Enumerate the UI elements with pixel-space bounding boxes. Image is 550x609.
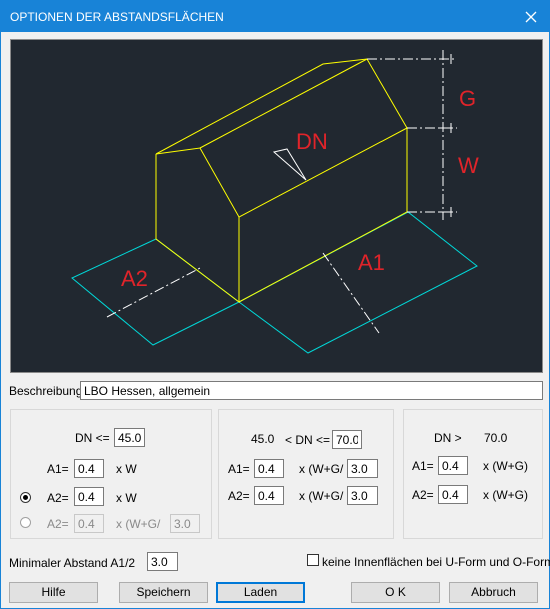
building-diagram: DN G W A1 A2: [71, 50, 479, 354]
beschreibung-input[interactable]: [80, 381, 543, 400]
group1-a2-input[interactable]: [74, 487, 104, 506]
label-a2: A2: [121, 266, 148, 291]
building-roof: [155, 58, 408, 155]
load-button[interactable]: Laden: [216, 582, 305, 603]
group2-dn-label: < DN <=: [285, 433, 331, 447]
min-abstand-input[interactable]: [147, 552, 178, 571]
group1-a2b-radio[interactable]: [20, 517, 31, 528]
group1-a2-unit: x W: [116, 491, 137, 505]
dialog-window: OPTIONEN DER ABSTANDSFLÄCHEN DN G W A1 A…: [0, 0, 550, 609]
close-icon: [525, 11, 537, 22]
group1-a2-label: A2=: [47, 491, 69, 505]
label-a1: A1: [358, 250, 385, 275]
label-dn: DN: [296, 129, 328, 154]
group1-dn-input[interactable]: [114, 428, 145, 447]
group2-a1-input2[interactable]: [347, 459, 378, 478]
group1-a1-input[interactable]: [74, 459, 104, 478]
group1-a2b-label: A2=: [47, 517, 69, 531]
group1-dn-label: DN <=: [75, 431, 110, 445]
group3-a2-input[interactable]: [438, 485, 468, 504]
group3-dn-label: DN >: [434, 431, 462, 445]
group2-a2-input2[interactable]: [347, 486, 378, 505]
group2-dn-low: 45.0: [251, 432, 275, 446]
group1-a2b-unit: x (W+G/: [116, 517, 161, 531]
inner-surfaces-label: keine Innenflächen bei U-Form und O-Form: [322, 555, 550, 569]
beschreibung-label: Beschreibung: [9, 384, 83, 398]
group1-a2b-input2[interactable]: [170, 514, 200, 533]
group2-a2-input[interactable]: [254, 486, 284, 505]
group2-a1-input[interactable]: [254, 459, 284, 478]
building-ridge: [199, 58, 368, 149]
title-bar[interactable]: OPTIONEN DER ABSTANDSFLÄCHEN: [1, 1, 549, 32]
group1-a1-label: A1=: [47, 462, 69, 476]
save-button[interactable]: Speichern: [119, 582, 208, 603]
group3-a2-label: A2=: [412, 488, 434, 502]
cancel-button[interactable]: Abbruch: [449, 582, 538, 603]
building-front-wall: [155, 127, 408, 304]
inner-surfaces-checkbox[interactable]: [307, 554, 319, 566]
group1-a2-radio[interactable]: [20, 492, 31, 503]
label-g: G: [459, 86, 476, 111]
group3-a2-unit: x (W+G): [483, 488, 528, 502]
group2-a1-label: A1=: [228, 462, 250, 476]
group3-dn-value: 70.0: [484, 431, 508, 445]
group1-a2b-input[interactable]: [74, 514, 104, 533]
group3-a1-input[interactable]: [438, 456, 468, 475]
ok-button[interactable]: O K: [351, 582, 440, 603]
label-w: W: [458, 153, 479, 178]
group2-dn-input[interactable]: [332, 430, 362, 449]
help-button[interactable]: Hilfe: [9, 582, 98, 603]
group-high-slope: [403, 409, 543, 539]
group3-a1-unit: x (W+G): [483, 459, 528, 473]
group1-a1-unit: x W: [116, 462, 137, 476]
group2-a1-unit: x (W+G/: [299, 462, 344, 476]
group2-a2-label: A2=: [228, 489, 250, 503]
group2-a2-unit: x (W+G/: [299, 489, 344, 503]
preview-canvas: DN G W A1 A2: [10, 39, 543, 373]
window-title: OPTIONEN DER ABSTANDSFLÄCHEN: [10, 10, 224, 24]
close-button[interactable]: [513, 1, 549, 32]
min-abstand-label: Minimaler Abstand A1/2: [9, 556, 136, 570]
building-front-gable: [155, 147, 240, 218]
group3-a1-label: A1=: [412, 459, 434, 473]
